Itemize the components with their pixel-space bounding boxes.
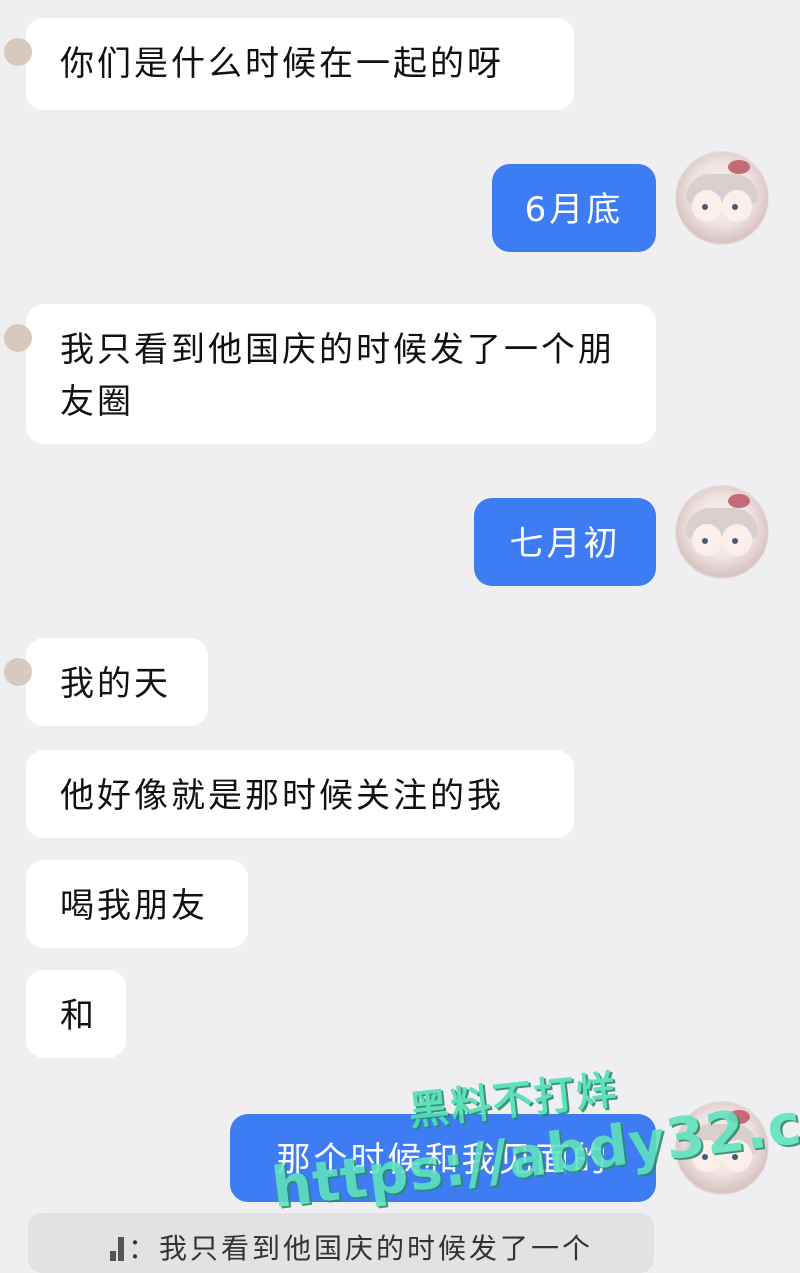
message-text: 我的天 [60, 664, 171, 704]
message-text: 和 [60, 996, 97, 1036]
peer-avatar-partial [4, 658, 32, 686]
message-text: 我只看到他国庆的时候发了一个朋友圈 [60, 330, 615, 422]
my-avatar-icon[interactable] [676, 152, 768, 244]
message-bubble-incoming[interactable]: 我只看到他国庆的时候发了一个朋友圈 [4, 304, 656, 444]
quoted-text: ：我只看到他国庆的时候发了一个 [128, 1232, 594, 1265]
message-bubble-incoming[interactable]: 我的天 [4, 638, 208, 726]
message-text: 他好像就是那时候关注的我 [60, 776, 504, 816]
quoted-message-preview[interactable]: ：我只看到他国庆的时候发了一个 [28, 1213, 654, 1273]
message-text: 喝我朋友 [60, 886, 208, 926]
message-bubble-incoming[interactable]: 你们是什么时候在一起的呀 [4, 18, 574, 110]
message-bubble-incoming[interactable]: 和 [26, 970, 126, 1058]
message-bubble-incoming[interactable]: 喝我朋友 [26, 860, 248, 948]
peer-avatar-partial [4, 38, 32, 66]
message-text: 6月底 [524, 190, 624, 230]
message-bubble-incoming[interactable]: 他好像就是那时候关注的我 [26, 750, 574, 838]
quote-icon [110, 1237, 124, 1261]
peer-avatar-partial [4, 324, 32, 352]
message-bubble-outgoing[interactable]: 七月初 [474, 498, 656, 586]
message-text: 你们是什么时候在一起的呀 [60, 44, 504, 84]
message-text: 七月初 [509, 524, 621, 564]
message-bubble-outgoing[interactable]: 6月底 [492, 164, 656, 252]
my-avatar-icon[interactable] [676, 486, 768, 578]
